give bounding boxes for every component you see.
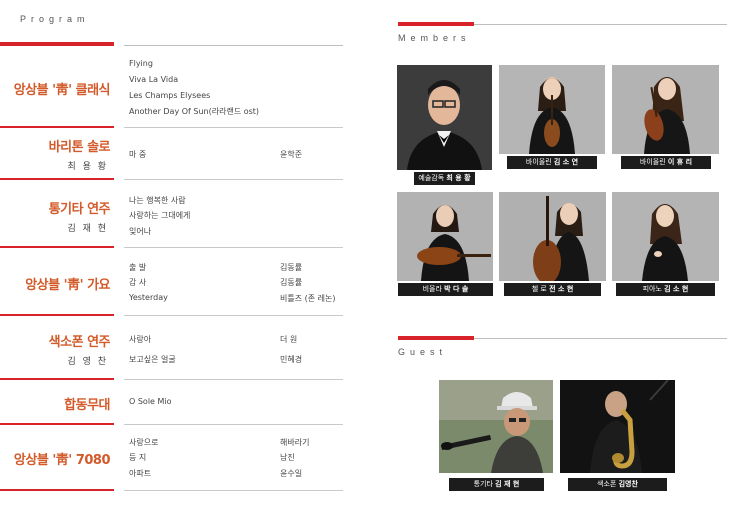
guest-role: 색소폰	[597, 480, 617, 488]
member-caption: 예술감독 최 용 황	[414, 172, 475, 185]
song-title: 사랑으로	[129, 438, 159, 447]
song-composer: 윤수일	[280, 469, 303, 478]
song-title: 등 지	[129, 453, 147, 462]
section-performer: 김 영 찬	[67, 357, 108, 367]
song-title: Yesterday	[129, 293, 168, 302]
song-title: Viva La Vida	[129, 75, 179, 84]
section-divider	[0, 489, 114, 491]
song-composer: 더 원	[280, 335, 298, 344]
member-photo-viola	[397, 192, 493, 281]
members-heading: Members	[398, 33, 471, 43]
member-caption: 비올라 박 다 솔	[398, 283, 493, 296]
section-title: 통기타 연주	[48, 202, 111, 217]
member-name: 최 용 황	[446, 174, 471, 182]
member-photo-director	[397, 65, 492, 170]
section-divider-grey	[124, 179, 343, 180]
song-composer: 해바라기	[280, 438, 310, 447]
member-name: 전 소 현	[549, 285, 574, 293]
song-title: 나는 행복한 사람	[129, 196, 186, 205]
members-top-line	[474, 24, 727, 25]
song-title: 출 발	[129, 263, 147, 272]
song-composer: 민혜경	[280, 355, 303, 364]
song-title: 잊어나	[129, 227, 152, 236]
guest-heading: Guest	[398, 347, 448, 357]
section-divider	[0, 423, 114, 425]
section-divider	[0, 246, 114, 248]
member-caption: 바이올린 김 소 연	[507, 156, 597, 169]
member-name: 박 다 솔	[444, 285, 469, 293]
section-divider	[0, 178, 114, 180]
members-red-bar	[398, 22, 474, 26]
section-divider	[0, 314, 114, 316]
section-title: 색소폰 연주	[48, 335, 111, 350]
song-title: 보고싶은 얼굴	[129, 355, 176, 364]
song-composer: 윤학준	[280, 150, 303, 159]
section-title: 앙상블 '靑' 가요	[25, 278, 110, 293]
section-divider-grey	[124, 379, 343, 380]
member-role: 첼 로	[531, 285, 547, 293]
member-photo-violin-2	[612, 65, 719, 154]
member-caption: 첼 로 전 소 현	[504, 283, 601, 296]
song-composer: 김동률	[280, 278, 303, 287]
song-composer: 김동률	[280, 263, 303, 272]
section-performer: 김 재 현	[67, 224, 108, 234]
guest-role: 통기타	[473, 480, 493, 488]
section-divider-grey	[124, 127, 343, 128]
member-caption: 바이올린 이 휴 리	[621, 156, 711, 169]
member-role: 피아노	[642, 285, 662, 293]
guest-caption: 색소폰 김영찬	[568, 478, 667, 491]
program-red-bar	[0, 42, 114, 46]
guest-photo-guitar	[439, 380, 553, 473]
section-divider-grey	[124, 247, 343, 248]
song-title: 사랑아	[129, 335, 152, 344]
section-performer: 최 용 황	[67, 162, 108, 172]
guest-caption: 통기타 김 재 현	[449, 478, 544, 491]
song-title: 아파트	[129, 469, 152, 478]
member-caption: 피아노 김 소 현	[616, 283, 715, 296]
song-title: Flying	[129, 59, 153, 68]
song-title: O Sole Mio	[129, 397, 172, 406]
song-title: Les Champs Elysees	[129, 91, 211, 100]
song-title: 마 중	[129, 150, 147, 159]
song-title: 사랑하는 그대에게	[129, 211, 191, 220]
member-name: 김 소 현	[664, 285, 689, 293]
member-role: 바이올린	[639, 158, 666, 166]
member-role: 비올라	[422, 285, 442, 293]
member-role: 예술감독	[418, 174, 445, 182]
section-divider	[0, 378, 114, 380]
member-name: 이 휴 리	[667, 158, 693, 166]
member-name: 김 소 연	[553, 158, 579, 166]
member-photo-cello	[499, 192, 606, 281]
song-composer: 남진	[280, 453, 295, 462]
member-photo-piano	[612, 192, 719, 281]
section-title: 바리톤 솔로	[48, 140, 111, 155]
song-composer: 비틀즈 (존 레논)	[280, 294, 336, 303]
guest-name: 김 재 현	[495, 480, 520, 488]
member-role: 바이올린	[525, 158, 552, 166]
guest-top-line	[474, 338, 727, 339]
section-divider-grey	[124, 315, 343, 316]
section-title: 앙상블 '靑' 7080	[13, 453, 111, 468]
section-divider	[0, 126, 114, 128]
section-divider-grey	[124, 424, 343, 425]
guest-photo-saxophone	[560, 380, 675, 473]
song-title: Another Day Of Sun(라라랜드 ost)	[129, 107, 260, 116]
member-photo-violin-1	[499, 65, 605, 154]
program-top-line	[124, 45, 343, 46]
section-divider-grey	[124, 490, 343, 491]
section-title: 앙상블 '靑' 클래식	[13, 83, 111, 98]
guest-red-bar	[398, 336, 474, 340]
guest-name: 김영찬	[618, 480, 638, 488]
program-heading: Program	[20, 14, 90, 24]
song-title: 감 사	[129, 278, 147, 287]
section-title: 합동무대	[64, 398, 110, 413]
